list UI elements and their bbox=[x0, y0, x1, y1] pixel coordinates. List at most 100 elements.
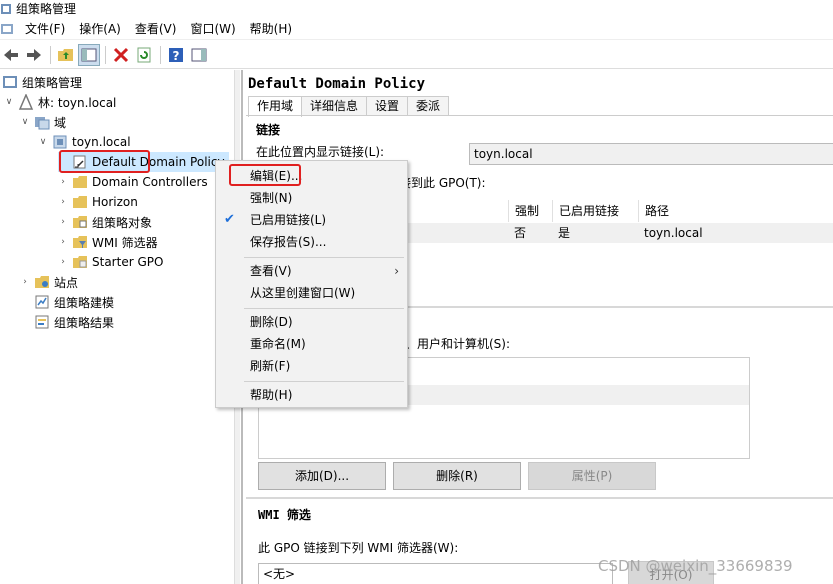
menu-file[interactable]: 文件(F) bbox=[18, 18, 72, 40]
collapse-chevron-icon[interactable]: ∨ bbox=[38, 137, 48, 147]
menu-item-label: 强制(N) bbox=[250, 191, 293, 205]
menu-item-link-enabled[interactable]: ✔ 已启用链接(L) bbox=[216, 209, 407, 231]
menu-view[interactable]: 查看(V) bbox=[128, 18, 184, 40]
toolbar-separator bbox=[50, 45, 51, 64]
menu-item-label: 从这里创建窗口(W) bbox=[250, 286, 356, 300]
menu-item-help[interactable]: 帮助(H) bbox=[216, 384, 407, 406]
column-path[interactable]: 路径 bbox=[638, 200, 833, 222]
properties-button[interactable]: 属性(P) bbox=[528, 462, 656, 490]
add-button[interactable]: 添加(D)... bbox=[258, 462, 386, 490]
menu-bar: 文件(F) 操作(A) 查看(V) 窗口(W) 帮助(H) bbox=[0, 18, 833, 40]
expand-chevron-icon[interactable]: › bbox=[20, 277, 30, 287]
tree-item-domains[interactable]: ∨ 域 bbox=[20, 112, 66, 132]
menu-separator bbox=[244, 257, 404, 258]
gpo-folder-icon bbox=[73, 216, 87, 228]
forward-button[interactable] bbox=[23, 44, 45, 66]
tree-label-child: Horizon bbox=[92, 195, 138, 209]
title-bar: 组策略管理 bbox=[0, 0, 833, 17]
back-button[interactable] bbox=[0, 44, 22, 66]
console-icon[interactable] bbox=[0, 22, 14, 36]
domain-icon bbox=[53, 135, 67, 149]
expand-chevron-icon[interactable]: › bbox=[58, 217, 68, 227]
gp-modeling-icon bbox=[35, 295, 49, 309]
help-icon: ? bbox=[169, 47, 183, 63]
tree-item-horizon[interactable]: › Horizon bbox=[58, 192, 138, 212]
menu-item-label: 删除(D) bbox=[250, 315, 293, 329]
tree-item-forest[interactable]: ∨ 林: toyn.local bbox=[4, 92, 116, 112]
menu-item-refresh[interactable]: 刷新(F) bbox=[216, 355, 407, 377]
menu-separator bbox=[244, 381, 404, 382]
help-button[interactable]: ? bbox=[165, 44, 187, 66]
tab-scope[interactable]: 作用域 bbox=[248, 96, 303, 117]
expand-chevron-icon[interactable]: › bbox=[58, 257, 68, 267]
tree-item-domain[interactable]: ∨ toyn.local bbox=[38, 132, 131, 152]
gpmc-app-icon bbox=[1, 3, 11, 14]
menu-item-label: 帮助(H) bbox=[250, 388, 293, 402]
show-hide-tree-button[interactable] bbox=[78, 43, 100, 66]
menu-item-save-report[interactable]: 保存报告(S)... bbox=[216, 231, 407, 253]
tree-item-wmi-filters[interactable]: › WMI 筛选器 bbox=[58, 232, 158, 252]
menu-window[interactable]: 窗口(W) bbox=[183, 18, 242, 40]
properties-pane-icon bbox=[191, 48, 207, 61]
wmi-filter-dropdown[interactable]: <无> bbox=[258, 563, 613, 584]
refresh-icon bbox=[137, 47, 151, 62]
tree-label-forest: 林: toyn.local bbox=[38, 95, 117, 110]
wmi-folder-icon bbox=[73, 236, 87, 248]
menu-help[interactable]: 帮助(H) bbox=[243, 18, 299, 40]
menu-item-delete[interactable]: 删除(D) bbox=[216, 311, 407, 333]
menu-item-label: 查看(V) bbox=[250, 264, 292, 278]
console-tree: 组策略管理 ∨ 林: toyn.local ∨ 域 ∨ toyn.local D… bbox=[0, 70, 238, 584]
tab-settings[interactable]: 设置 bbox=[366, 96, 409, 115]
annotation-highlight-gpo bbox=[59, 150, 150, 173]
refresh-button[interactable] bbox=[133, 44, 155, 66]
menu-item-new-window[interactable]: 从这里创建窗口(W) bbox=[216, 282, 407, 304]
tree-label-child: WMI 筛选器 bbox=[92, 235, 158, 250]
tree-item-gpmc-root[interactable]: 组策略管理 bbox=[2, 72, 82, 92]
gpo-title: Default Domain Policy bbox=[248, 76, 426, 92]
menu-item-rename[interactable]: 重命名(M) bbox=[216, 333, 407, 355]
links-heading: 链接 bbox=[256, 123, 281, 137]
window-title: 组策略管理 bbox=[16, 2, 77, 16]
wmi-heading: WMI 筛选 bbox=[258, 508, 311, 522]
tab-delegation[interactable]: 委派 bbox=[407, 96, 450, 115]
forest-icon bbox=[18, 94, 34, 110]
collapse-chevron-icon[interactable]: ∨ bbox=[20, 117, 30, 127]
tree-item-starter-gpo[interactable]: › Starter GPO bbox=[58, 252, 163, 272]
wmi-label: 此 GPO 链接到下列 WMI 筛选器(W): bbox=[258, 541, 459, 555]
forward-icon bbox=[27, 48, 41, 61]
cell-enforced: 否 bbox=[514, 226, 527, 240]
up-button[interactable] bbox=[55, 44, 77, 66]
menu-item-label: 刷新(F) bbox=[250, 359, 291, 373]
gpmc-root-icon bbox=[3, 76, 17, 88]
delete-button[interactable] bbox=[110, 44, 132, 66]
expand-chevron-icon[interactable]: › bbox=[58, 237, 68, 247]
menu-item-view[interactable]: 查看(V) › bbox=[216, 260, 407, 282]
tree-item-domain-controllers[interactable]: › Domain Controllers bbox=[58, 172, 207, 192]
tree-label-domain: toyn.local bbox=[72, 135, 131, 149]
menu-item-label: 保存报告(S)... bbox=[250, 235, 327, 249]
menu-item-enforce[interactable]: 强制(N) bbox=[216, 187, 407, 209]
context-menu: 编辑(E)... 强制(N) ✔ 已启用链接(L) 保存报告(S)... 查看(V… bbox=[215, 160, 408, 408]
tree-label-root: 组策略管理 bbox=[22, 75, 83, 90]
show-links-dropdown[interactable]: toyn.local bbox=[469, 143, 833, 165]
tree-item-gpo-objects[interactable]: › 组策略对象 bbox=[58, 212, 152, 232]
expand-chevron-icon[interactable]: › bbox=[58, 177, 68, 187]
menu-action[interactable]: 操作(A) bbox=[72, 18, 128, 40]
checkmark-icon: ✔ bbox=[224, 212, 235, 227]
tree-item-sites[interactable]: › 站点 bbox=[20, 272, 78, 292]
cell-link-enabled: 是 bbox=[558, 226, 571, 240]
watermark: CSDN @weixin_33669839 bbox=[598, 557, 793, 575]
domains-icon bbox=[35, 117, 50, 130]
remove-button[interactable]: 删除(R) bbox=[393, 462, 521, 490]
column-enforced[interactable]: 强制 bbox=[508, 200, 552, 222]
collapse-chevron-icon[interactable]: ∨ bbox=[4, 97, 14, 107]
tree-label-domains: 域 bbox=[54, 115, 67, 130]
action-pane-button[interactable] bbox=[188, 44, 210, 66]
toolbar-separator bbox=[160, 45, 161, 64]
tab-details[interactable]: 详细信息 bbox=[301, 96, 368, 115]
column-link-enabled[interactable]: 已启用链接 bbox=[552, 200, 638, 222]
up-folder-icon bbox=[58, 48, 73, 61]
expand-chevron-icon[interactable]: › bbox=[58, 197, 68, 207]
tree-item-gp-results[interactable]: 组策略结果 bbox=[34, 312, 114, 332]
tree-item-gp-modeling[interactable]: 组策略建模 bbox=[34, 292, 114, 312]
